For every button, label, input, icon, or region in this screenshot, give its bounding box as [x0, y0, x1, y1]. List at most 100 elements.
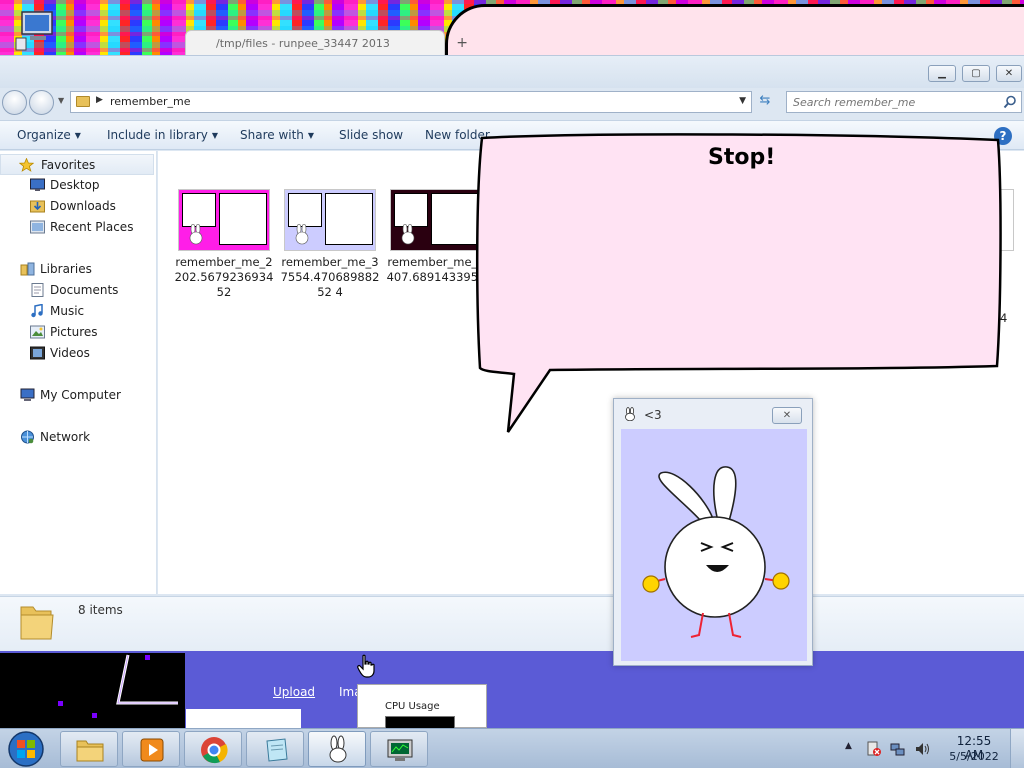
refresh-icon[interactable]: ⇆	[755, 93, 775, 111]
taskbar-task-manager-button[interactable]	[370, 731, 428, 767]
bunny-window-title: <3	[644, 408, 662, 422]
nav-item-desktop[interactable]: Desktop	[0, 175, 157, 196]
close-button[interactable]: ✕	[996, 65, 1022, 82]
browser-tab[interactable]: /tmp/files - runpee_33447 2013 +	[185, 30, 468, 56]
share-with-label: Share with	[240, 128, 304, 142]
address-dropdown-icon[interactable]: ▼	[739, 96, 746, 106]
cpu-usage-popup: CPU Usage	[357, 684, 487, 729]
nav-item-recent-places[interactable]: Recent Places	[0, 217, 157, 238]
file-thumbnail	[390, 189, 482, 251]
bunny-app-icon	[329, 735, 347, 763]
nav-item-libraries[interactable]: Libraries	[0, 259, 157, 280]
documents-icon	[31, 283, 44, 297]
nav-item-label: Recent Places	[50, 220, 134, 234]
nav-item-favorites[interactable]: Favorites	[0, 154, 154, 175]
upload-link[interactable]: Upload	[273, 685, 315, 699]
network-icon	[21, 430, 34, 444]
file-item[interactable]: remember_me_37554.47068988252 4	[280, 189, 380, 300]
computer-desktop-icon[interactable]	[12, 8, 60, 52]
taskbar-chrome-button[interactable]	[184, 731, 242, 767]
items-count: 8 items	[78, 603, 123, 617]
media-player-icon	[140, 738, 164, 762]
search-icon[interactable]	[1003, 95, 1017, 109]
folder-icon	[76, 740, 104, 762]
desktop-icon	[30, 178, 45, 191]
music-icon	[31, 304, 43, 318]
volume-icon[interactable]	[914, 741, 930, 757]
navigation-pane: Favorites Desktop Downloads Recent Place…	[0, 151, 157, 594]
browser-tab-title: /tmp/files - runpee_33447 2013	[216, 37, 390, 50]
search-input[interactable]	[793, 94, 993, 110]
close-button[interactable]: ✕	[772, 407, 802, 424]
bunny-thumbnail-icon	[401, 224, 415, 245]
action-center-icon[interactable]	[866, 741, 882, 757]
taskbar-notepad-button[interactable]	[246, 731, 304, 767]
taskbar-bunny-button[interactable]	[308, 731, 366, 767]
bunny-window[interactable]: <3 ✕	[613, 398, 813, 666]
clock-date[interactable]: 5/5/2022	[946, 750, 1002, 763]
start-button[interactable]	[4, 730, 48, 768]
organize-menu[interactable]: Organize ▼	[17, 128, 81, 142]
minimize-button[interactable]: ▁	[928, 65, 956, 82]
file-thumbnail	[284, 189, 376, 251]
pictures-icon	[30, 325, 45, 339]
share-with-menu[interactable]: Share with ▼	[240, 128, 314, 142]
file-thumbnail	[178, 189, 270, 251]
file-item[interactable]: remember_me_2202.567923693452	[174, 189, 274, 300]
background-webpage: Upload Ima CPU Usage	[0, 653, 1024, 729]
show-desktop-button[interactable]	[1010, 729, 1024, 768]
nav-item-my-computer[interactable]: My Computer	[0, 385, 157, 406]
webpage-panel	[186, 709, 301, 728]
chevron-down-icon: ▼	[211, 131, 219, 140]
file-name: remember_me_2202.567923693452	[174, 255, 274, 299]
nav-item-label: Libraries	[40, 262, 92, 276]
bunny-canvas	[621, 429, 807, 661]
maximize-button[interactable]: ▢	[962, 65, 990, 82]
nav-item-pictures[interactable]: Pictures	[0, 322, 157, 343]
back-button[interactable]	[2, 90, 27, 115]
forward-button[interactable]	[29, 90, 54, 115]
explorer-titlebar[interactable]: ▁ ▢ ✕	[0, 56, 1024, 88]
nav-item-label: Desktop	[50, 178, 100, 192]
nav-item-network[interactable]: Network	[0, 427, 157, 448]
speech-bubble-text: Stop!	[708, 145, 776, 170]
new-tab-icon[interactable]: +	[456, 35, 468, 51]
chevron-down-icon: ▼	[74, 131, 81, 140]
breadcrumb-current[interactable]: remember_me	[110, 95, 191, 108]
taskbar: ▲ 12:55 AM 5/5/2022	[0, 728, 1024, 768]
taskbar-explorer-button[interactable]	[60, 731, 118, 767]
search-box[interactable]	[786, 91, 1022, 113]
nav-item-downloads[interactable]: Downloads	[0, 196, 157, 217]
show-hidden-icons-icon[interactable]: ▲	[845, 741, 852, 751]
address-bar[interactable]: ▶ remember_me ▼	[70, 91, 752, 113]
nav-item-label: Downloads	[50, 199, 116, 213]
cpu-usage-label: CPU Usage	[385, 701, 440, 712]
chevron-down-icon: ▼	[307, 131, 315, 140]
network-icon[interactable]	[890, 741, 906, 757]
recent-places-icon	[30, 220, 45, 234]
nav-item-music[interactable]: Music	[0, 301, 157, 322]
nav-item-documents[interactable]: Documents	[0, 280, 157, 301]
notepad-icon	[266, 738, 288, 762]
downloads-icon	[30, 200, 45, 213]
recent-pages-dropdown-icon[interactable]: ▼	[58, 96, 64, 105]
nav-item-videos[interactable]: Videos	[0, 343, 157, 364]
organize-label: Organize	[17, 128, 71, 142]
address-row: ▼ ▶ remember_me ▼ ⇆	[0, 88, 1024, 116]
include-in-library-menu[interactable]: Include in library ▼	[107, 128, 218, 142]
neon-shape-icon	[58, 654, 178, 718]
chrome-icon	[201, 737, 228, 764]
libraries-icon	[20, 262, 35, 276]
star-icon	[19, 158, 34, 172]
nav-item-label: Pictures	[50, 325, 98, 339]
breadcrumb-arrow-icon[interactable]: ▶	[96, 95, 103, 105]
taskbar-media-player-button[interactable]	[122, 731, 180, 767]
nav-item-label: My Computer	[40, 388, 121, 402]
videos-icon	[30, 346, 45, 360]
details-pane: 8 items	[0, 596, 1024, 651]
slide-show-button[interactable]: Slide show	[339, 128, 403, 142]
bunny-character	[642, 466, 790, 638]
nav-item-label: Videos	[50, 346, 90, 360]
speech-bubble	[475, 133, 1002, 433]
nav-item-label: Network	[40, 430, 91, 444]
